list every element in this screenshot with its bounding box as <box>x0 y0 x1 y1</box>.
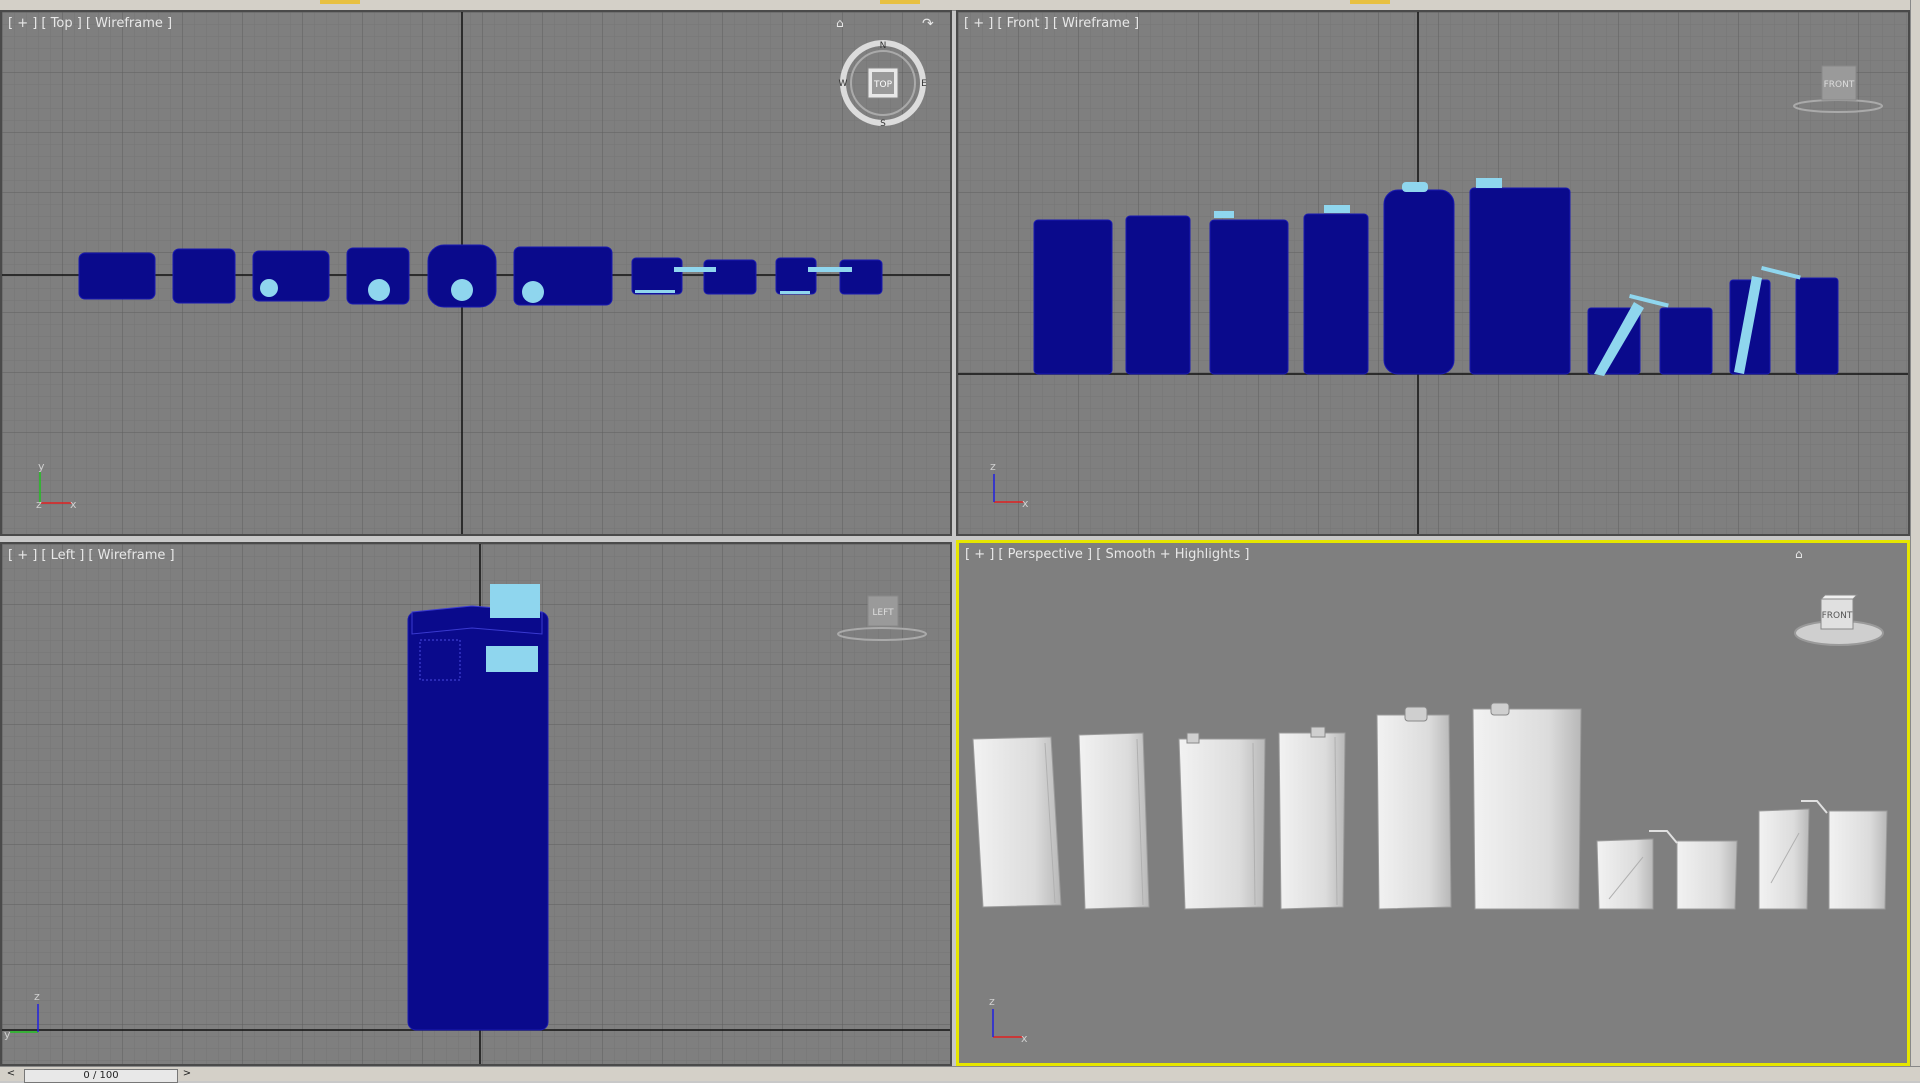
next-frame-button[interactable]: > <box>180 1067 194 1081</box>
grid-top: y z x <box>2 12 950 534</box>
viewport-label-perspective[interactable]: [ + ] [ Perspective ] [ Smooth + Highlig… <box>965 547 1249 562</box>
viewport-label-top[interactable]: [ + ] [ Top ] [ Wireframe ] <box>8 16 172 31</box>
svg-text:z: z <box>34 990 40 1003</box>
carton-8[interactable] <box>703 259 757 295</box>
carton-6[interactable] <box>1469 187 1571 375</box>
viewcube[interactable]: FRONT <box>1790 62 1886 122</box>
carton-10[interactable] <box>1795 277 1839 375</box>
svg-text:x: x <box>70 498 77 511</box>
svg-text:x: x <box>1021 1032 1028 1045</box>
left-object-stack[interactable] <box>407 584 549 1031</box>
svg-text:z: z <box>990 460 996 473</box>
carton-4[interactable] <box>1303 213 1369 375</box>
carton-5[interactable] <box>1376 714 1452 910</box>
viewcube-face-label: TOP <box>873 80 893 90</box>
svg-text:N: N <box>880 41 887 51</box>
carton-2[interactable] <box>1078 732 1150 910</box>
viewport-front[interactable]: z x [ + ] [ Front ] [ Wireframe ] FRONT <box>956 10 1910 536</box>
carton-3[interactable] <box>1209 219 1289 375</box>
prev-frame-button[interactable]: < <box>4 1067 18 1081</box>
grid-left: z y <box>2 544 950 1064</box>
home-icon[interactable]: ⌂ <box>1795 547 1809 561</box>
toolbar-highlight <box>320 0 360 4</box>
rotate-icon[interactable]: ↷ <box>922 16 944 38</box>
svg-text:y: y <box>4 1028 11 1041</box>
svg-text:z: z <box>36 498 42 511</box>
viewcube-face-label: FRONT <box>1822 611 1853 621</box>
viewport-label-left[interactable]: [ + ] [ Left ] [ Wireframe ] <box>8 548 175 563</box>
timeline-bar: < 0 / 100 > <box>0 1066 1920 1083</box>
viewcube-face-label: LEFT <box>872 608 894 618</box>
carton-7[interactable] <box>1596 838 1654 910</box>
svg-text:z: z <box>989 995 995 1008</box>
svg-text:E: E <box>921 79 927 89</box>
carton-10[interactable] <box>1828 810 1888 910</box>
carton-8[interactable] <box>1676 840 1738 910</box>
carton-10[interactable] <box>839 259 883 295</box>
carton-9[interactable] <box>775 257 817 295</box>
carton-2[interactable] <box>172 248 236 304</box>
viewcube[interactable]: FRONT <box>1791 585 1887 655</box>
carton-1[interactable] <box>78 252 156 300</box>
right-scrollbar[interactable] <box>1910 0 1920 1066</box>
viewport-label-front[interactable]: [ + ] [ Front ] [ Wireframe ] <box>964 16 1139 31</box>
carton-3[interactable] <box>1178 738 1266 910</box>
viewcube[interactable]: LEFT <box>834 592 930 652</box>
toolbar-highlight <box>880 0 920 4</box>
toolbar-highlight <box>1350 0 1390 4</box>
viewport-top[interactable]: y z x [ + ] [ Top ] [ Wireframe ] TOP N … <box>0 10 952 536</box>
carton-1[interactable] <box>1033 219 1113 375</box>
viewport-left[interactable]: z y [ + ] [ Left ] [ Wireframe ] LEFT <box>0 542 952 1066</box>
time-slider[interactable]: 0 / 100 <box>24 1069 178 1083</box>
home-icon[interactable]: ⌂ <box>836 16 850 30</box>
viewcube-face-label: FRONT <box>1824 80 1855 90</box>
carton-5[interactable] <box>1383 189 1455 375</box>
grid-front: z x <box>958 12 1908 534</box>
svg-text:y: y <box>38 460 45 473</box>
svg-text:x: x <box>1022 497 1029 510</box>
viewport-perspective[interactable]: z x [ + ] [ Perspective ] [ Smooth + Hig… <box>956 540 1910 1066</box>
carton-2[interactable] <box>1125 215 1191 375</box>
perspective-scene: z x <box>959 543 1907 1063</box>
carton-1[interactable] <box>972 736 1062 908</box>
viewcube-compass[interactable]: TOP N E S W <box>838 38 928 128</box>
carton-8[interactable] <box>1659 307 1713 375</box>
carton-7[interactable] <box>631 257 683 295</box>
svg-text:S: S <box>880 119 886 128</box>
carton-6[interactable] <box>1472 708 1582 910</box>
svg-text:W: W <box>839 79 848 89</box>
